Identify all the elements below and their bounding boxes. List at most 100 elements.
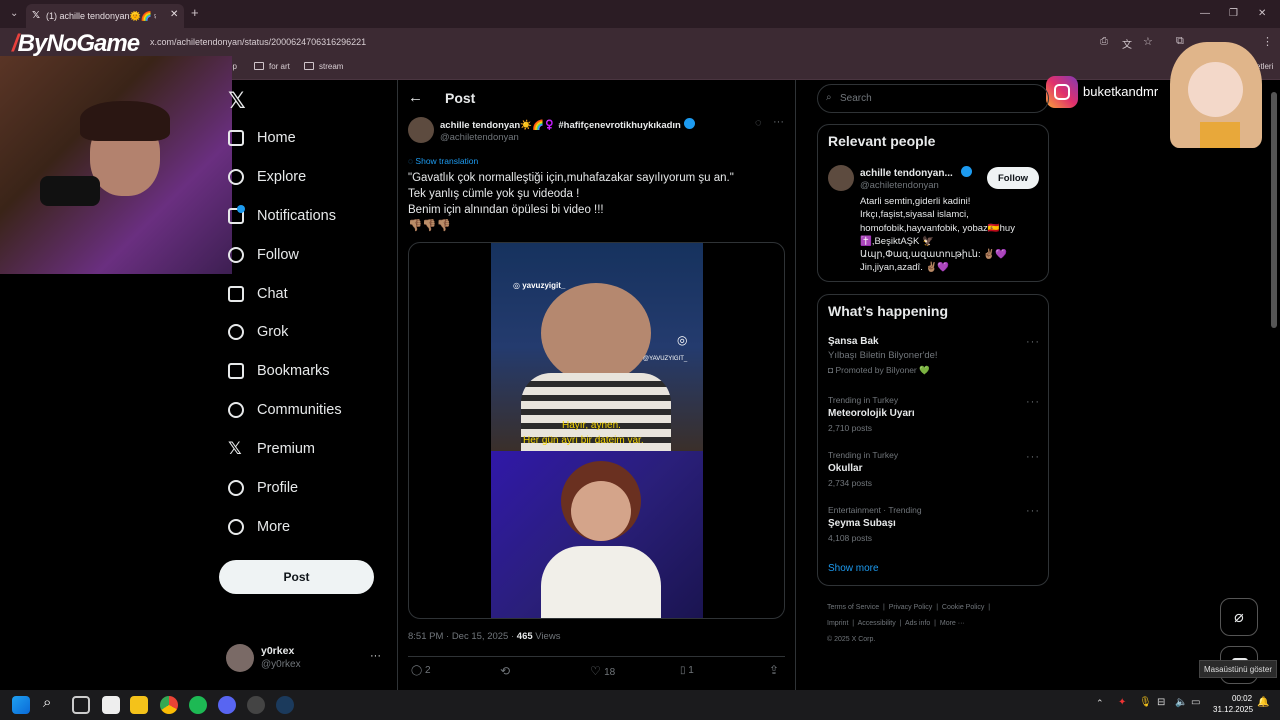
tab-list-icon[interactable]: ⌄ (10, 8, 18, 19)
footer-link[interactable]: Accessibility (858, 620, 896, 627)
bookmark-for-art[interactable]: for art (254, 62, 290, 71)
nav-home[interactable]: Home (228, 127, 296, 149)
share-icon[interactable]: ⇪ (769, 663, 779, 677)
nav-communities[interactable]: Communities (228, 399, 342, 421)
instagram-small-icon: ◎ (513, 281, 523, 290)
tab-close-icon[interactable]: ✕ (170, 9, 178, 20)
minimize-icon[interactable]: — (1200, 8, 1210, 19)
bookmark-stream[interactable]: stream (304, 62, 343, 71)
trend-more-icon[interactable]: ··· (1026, 396, 1040, 408)
trend-title: Okullar (828, 463, 863, 474)
footer-link[interactable]: Imprint (827, 620, 848, 627)
bookmark-icon (228, 363, 244, 379)
nav-follow[interactable]: Follow (228, 244, 299, 266)
footer-link[interactable]: Privacy Policy (889, 604, 933, 611)
restore-icon[interactable]: ❐ (1229, 8, 1238, 19)
webcam-overlay (0, 56, 232, 274)
trend-more-icon[interactable]: ··· (1026, 451, 1040, 463)
trend-item[interactable]: Trending in Turkey Meteorolojik Uyarı 2,… (828, 395, 915, 433)
footer-link[interactable]: More ··· (940, 620, 965, 627)
folder-icon (254, 62, 264, 70)
x-logo-icon[interactable]: 𝕏 (228, 88, 246, 114)
install-icon[interactable]: ⎙ (1100, 36, 1108, 47)
notification-center-icon[interactable]: 🔔 (1257, 697, 1269, 708)
nav-grok[interactable]: Grok (228, 321, 288, 343)
relevant-handle: @achiletendonyan (860, 180, 939, 191)
author-handle: @achiletendonyan (440, 132, 519, 143)
account-menu-icon[interactable]: ··· (370, 650, 381, 662)
browser-menu-icon[interactable]: ⋮ (1262, 35, 1273, 48)
discord-icon[interactable] (218, 696, 236, 714)
trend-subtitle: Yılbaşı Biletin Bilyoner'de! (828, 350, 938, 361)
file-explorer-icon[interactable] (130, 696, 148, 714)
nav-profile[interactable]: Profile (228, 477, 298, 499)
taskbar-search-icon[interactable]: ⌕ (43, 694, 51, 711)
post-text: "Gavatlık çok normalleştiği için,muhafaz… (408, 170, 734, 234)
follow-button[interactable]: Follow (987, 167, 1039, 189)
nav-chat[interactable]: Chat (228, 283, 288, 305)
windows-start-icon[interactable] (12, 696, 30, 714)
grok-icon (228, 324, 244, 340)
new-tab-icon[interactable]: + (191, 5, 199, 20)
task-view-icon[interactable] (72, 696, 90, 714)
footer-link[interactable]: Terms of Service (827, 604, 879, 611)
reply-button[interactable]: ◯ 2 (411, 665, 431, 676)
tray-mic-icon[interactable]: 🎙 (1139, 697, 1152, 708)
trend-item[interactable]: Trending in Turkey Okullar 2,734 posts (828, 450, 898, 488)
trend-meta: Trending in Turkey (828, 395, 899, 405)
reply-icon: ◯ (411, 665, 425, 676)
post-video[interactable]: ◎ yavuzyigit_ @YAVUZYIGIT_ ◎ Hayır, ayne… (408, 242, 785, 619)
like-button[interactable]: ♡ 18 (590, 664, 615, 678)
browser-tab[interactable]: 𝕏 (1) achille tendonyan🌞🌈♀ ✕ (26, 4, 184, 28)
obs-icon[interactable] (247, 696, 265, 714)
footer-link[interactable]: Cookie Policy (942, 604, 984, 611)
url-field[interactable]: x.com/achiletendonyan/status/20006247063… (150, 37, 366, 47)
tray-chevron-icon[interactable]: ⌃ (1096, 698, 1104, 709)
relevant-name-row[interactable]: achille tendonyan... (860, 166, 972, 179)
trend-item[interactable]: Şansa Bak Yılbaşı Biletin Bilyoner'de! ◘… (828, 336, 938, 376)
show-more-link[interactable]: Show more (828, 563, 879, 574)
nav-explore[interactable]: Explore (228, 166, 306, 188)
trend-item[interactable]: Entertainment · Trending Şeyma Subaşı 4,… (828, 505, 922, 543)
extensions-icon[interactable]: ⧉ (1176, 35, 1184, 48)
search-input[interactable]: ⌕ Search (817, 84, 1049, 113)
bookmark-star-icon[interactable]: ☆ (1143, 35, 1153, 48)
relevant-avatar[interactable] (828, 165, 854, 191)
nav-premium[interactable]: 𝕏 Premium (228, 438, 315, 460)
network-icon[interactable]: ⊟ (1157, 697, 1165, 708)
spotify-icon[interactable] (189, 696, 207, 714)
translate-icon[interactable]: 文 (1122, 36, 1132, 51)
scrollbar-thumb[interactable] (1271, 92, 1277, 328)
show-translation-link[interactable]: ◌ Show translation (408, 156, 478, 166)
post-button[interactable]: Post (219, 560, 374, 594)
trend-more-icon[interactable]: ··· (1026, 336, 1040, 348)
video-subtitle-1: Hayır, aynen. (562, 420, 621, 431)
close-window-icon[interactable]: ✕ (1258, 8, 1266, 19)
volume-icon[interactable]: 🔈 (1175, 697, 1187, 708)
nav-more[interactable]: More (228, 516, 290, 538)
grok-float-button[interactable]: ⌀ (1220, 598, 1258, 636)
grok-post-icon[interactable]: ◌ (755, 117, 762, 129)
back-arrow-icon[interactable]: ← (408, 89, 423, 106)
account-name[interactable]: y0rkex (261, 645, 294, 657)
repost-button[interactable]: ⟲ (500, 664, 510, 678)
heart-icon: ♡ (590, 664, 605, 678)
clock-time[interactable]: 00:02 (1232, 694, 1252, 703)
chrome-icon[interactable] (160, 696, 178, 714)
author-avatar[interactable] (408, 117, 434, 143)
avatar-illustration (1170, 42, 1262, 148)
notepad-icon[interactable] (102, 696, 120, 714)
tray-app-icon[interactable]: ✦ (1118, 697, 1126, 708)
steam-icon[interactable] (276, 696, 294, 714)
footer-link[interactable]: Ads info (905, 620, 930, 627)
bookmark-button[interactable]: ▯ 1 (680, 665, 694, 676)
person-add-icon (228, 247, 244, 263)
divider (408, 656, 785, 657)
nav-bookmarks[interactable]: Bookmarks (228, 360, 330, 382)
trend-more-icon[interactable]: ··· (1026, 505, 1040, 517)
author-name-row[interactable]: achille tendonyan☀️🌈♀️ #hafifçenevrotikh… (440, 118, 695, 131)
post-more-icon[interactable]: ··· (773, 116, 784, 128)
battery-icon[interactable]: ▭ (1191, 697, 1200, 708)
clock-date[interactable]: 31.12.2025 (1213, 705, 1253, 714)
account-avatar[interactable] (226, 644, 254, 672)
